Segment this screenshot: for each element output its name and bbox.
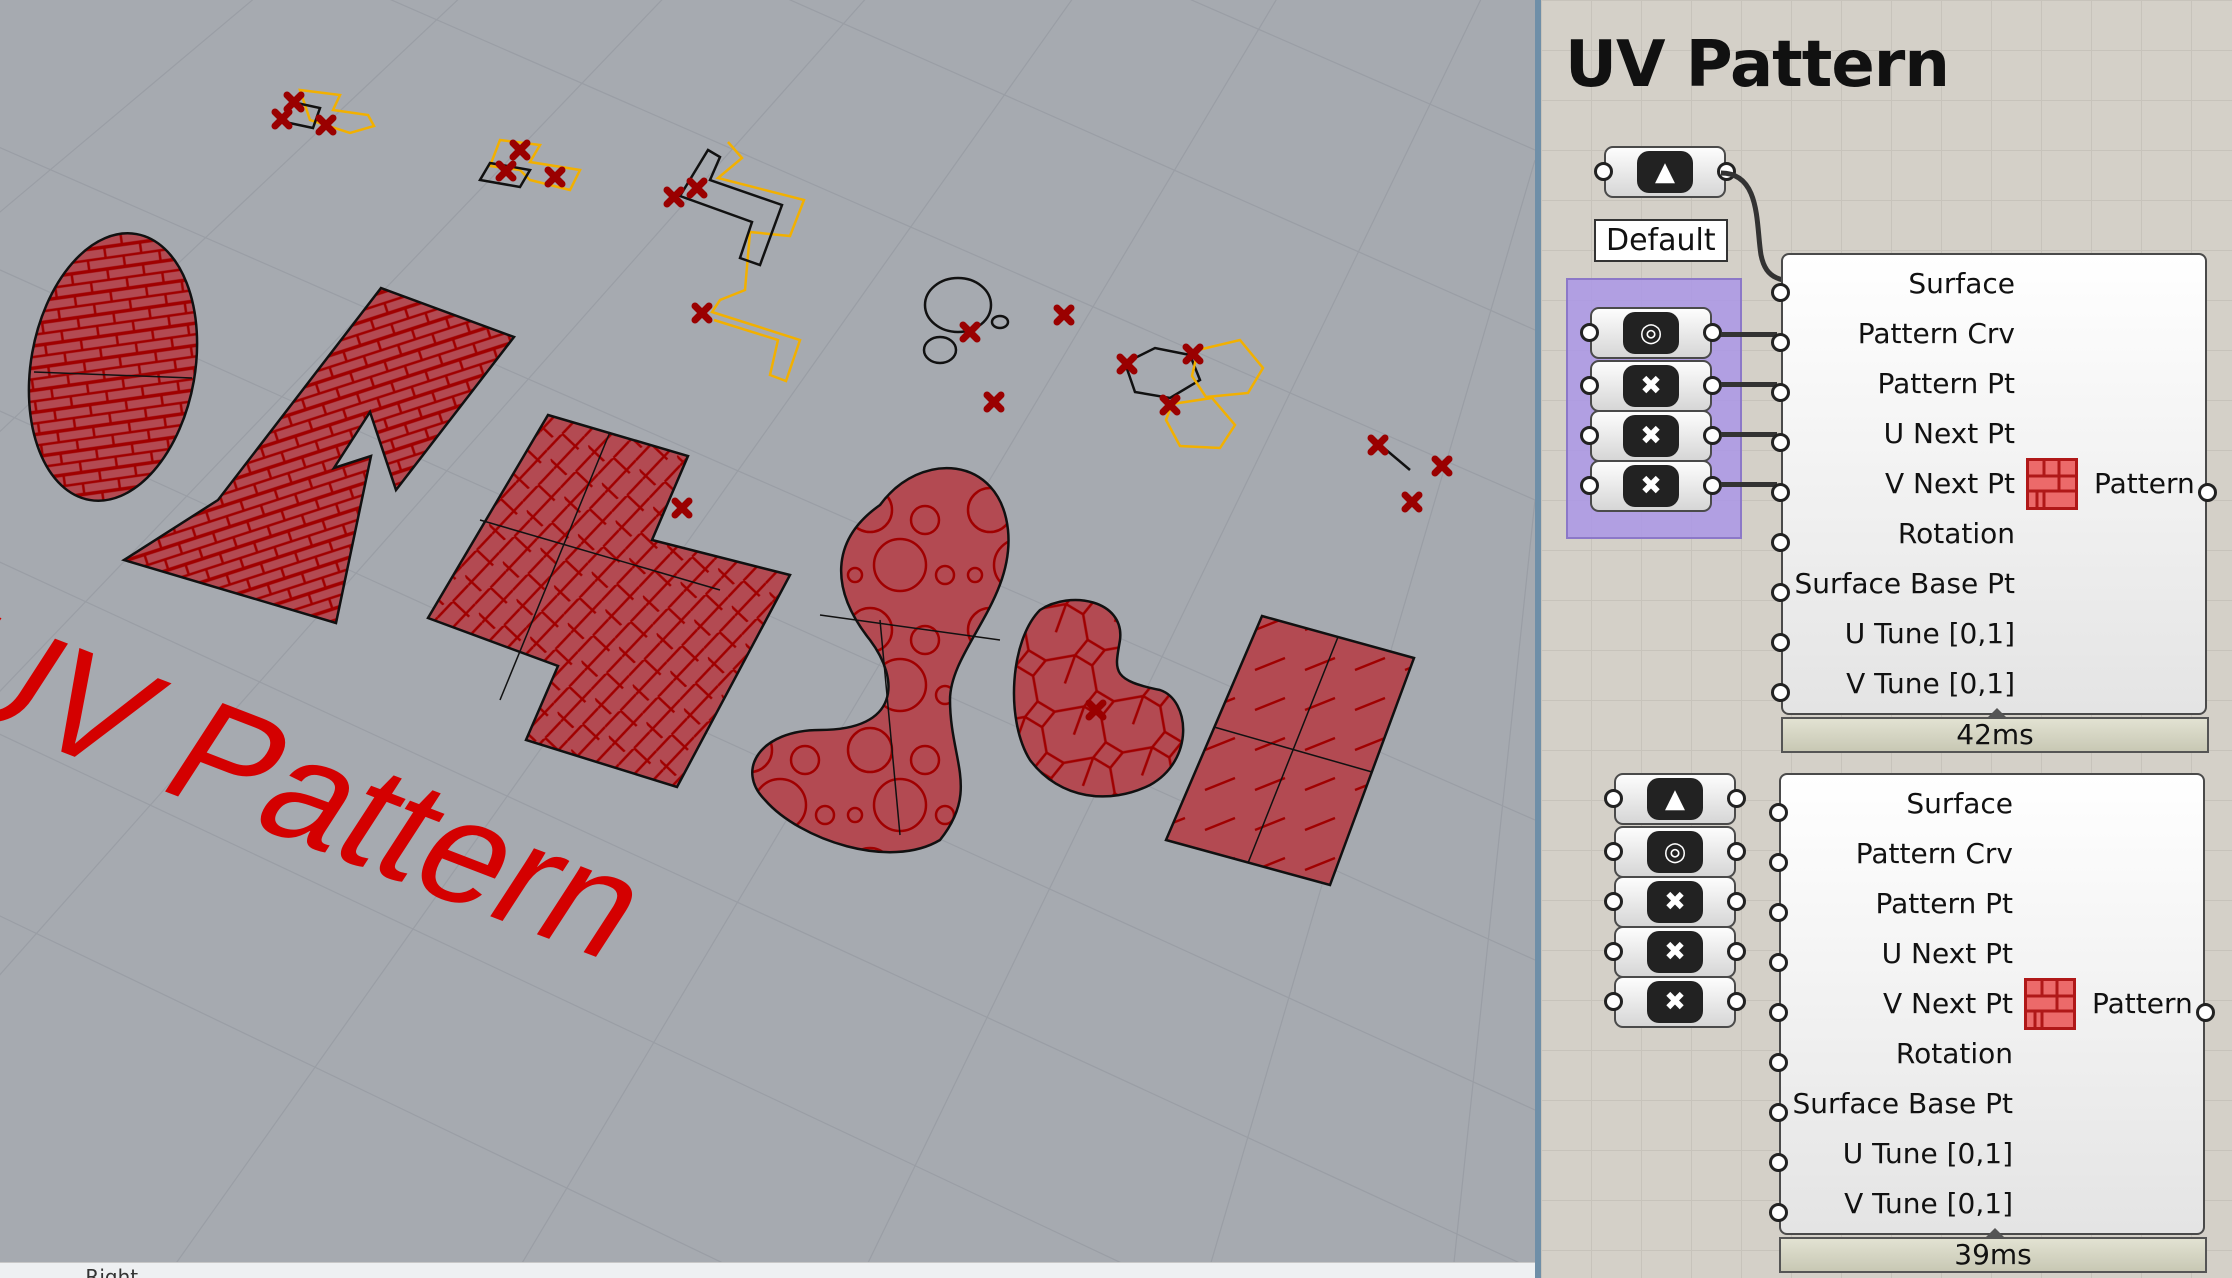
- surface-icon: ▲: [1637, 151, 1693, 193]
- component-timer-2: 39ms: [1779, 1228, 2207, 1273]
- canvas-title: UV Pattern: [1565, 28, 1950, 102]
- pattern-curve-param-2[interactable]: ◎: [1604, 826, 1746, 878]
- input-surface-base-pt[interactable]: Surface Base Pt: [1794, 567, 2015, 600]
- point-x-icon: ✖: [1647, 981, 1703, 1023]
- input-rotation[interactable]: Rotation: [1896, 1037, 2013, 1070]
- input-surface[interactable]: Surface: [1906, 787, 2013, 820]
- pattern-point-param-2[interactable]: ✖: [1604, 876, 1746, 928]
- wire: [1721, 482, 1777, 487]
- input-u-next-pt[interactable]: U Next Pt: [1882, 937, 2013, 970]
- component-timer: 42ms: [1781, 708, 2209, 753]
- pattern-curve-param[interactable]: ◎: [1580, 307, 1722, 359]
- input-u-next-pt[interactable]: U Next Pt: [1884, 417, 2015, 450]
- viewport-scene[interactable]: UV Pattern: [0, 0, 1535, 1262]
- input-pattern-pt[interactable]: Pattern Pt: [1878, 367, 2016, 400]
- input-v-tune[interactable]: V Tune [0,1]: [1844, 1187, 2013, 1220]
- input-pattern-crv[interactable]: Pattern Crv: [1858, 317, 2015, 350]
- input-surface[interactable]: Surface: [1908, 267, 2015, 300]
- uv-pattern-component-2[interactable]: Surface Pattern Crv Pattern Pt U Next Pt…: [1769, 773, 2215, 1235]
- default-tag: Default: [1594, 219, 1728, 262]
- input-v-next-pt[interactable]: V Next Pt: [1883, 987, 2013, 1020]
- wire: [1721, 332, 1777, 337]
- point-x-icon: ✖: [1647, 881, 1703, 923]
- u-next-point-param[interactable]: ✖: [1580, 410, 1722, 462]
- point-x-icon: ✖: [1623, 465, 1679, 507]
- point-x-icon: ✖: [1623, 415, 1679, 457]
- ellipse-brick-surface: [27, 232, 199, 502]
- grasshopper-canvas[interactable]: UV Pattern ▲ Default ◎ ✖ ✖ ✖ Surface Pat…: [1541, 0, 2232, 1278]
- pattern-grid-icon: [2024, 978, 2076, 1030]
- point-x-icon: ✖: [1623, 365, 1679, 407]
- rhino-viewport[interactable]: UV Pattern ... Right: [0, 0, 1535, 1278]
- wire: [1721, 432, 1777, 437]
- surface-icon: ▲: [1647, 778, 1703, 820]
- surface-param-2[interactable]: ▲: [1604, 773, 1746, 825]
- curve-spiral-icon: ◎: [1647, 831, 1703, 873]
- input-rotation[interactable]: Rotation: [1898, 517, 2015, 550]
- pattern-grid-icon: [2026, 458, 2078, 510]
- input-u-tune[interactable]: U Tune [0,1]: [1843, 1137, 2013, 1170]
- u-next-point-param-2[interactable]: ✖: [1604, 926, 1746, 978]
- surface-param[interactable]: ▲: [1594, 146, 1736, 198]
- output-pattern[interactable]: Pattern: [2092, 987, 2193, 1020]
- point-x-icon: ✖: [1647, 931, 1703, 973]
- curve-spiral-icon: ◎: [1623, 312, 1679, 354]
- v-next-point-param-2[interactable]: ✖: [1604, 976, 1746, 1028]
- input-pattern-crv[interactable]: Pattern Crv: [1856, 837, 2013, 870]
- herringbone-surface: [426, 413, 792, 789]
- wire: [1721, 382, 1777, 387]
- input-surface-base-pt[interactable]: Surface Base Pt: [1792, 1087, 2013, 1120]
- viewport-footer: ... Right: [0, 1262, 1535, 1278]
- hex-surface: [1012, 598, 1185, 798]
- input-v-next-pt[interactable]: V Next Pt: [1885, 467, 2015, 500]
- v-next-point-param[interactable]: ✖: [1580, 460, 1722, 512]
- input-v-tune[interactable]: V Tune [0,1]: [1846, 667, 2015, 700]
- bubble-surface: [751, 466, 1010, 854]
- dash-surface: [1164, 614, 1416, 887]
- pattern-point-param[interactable]: ✖: [1580, 360, 1722, 412]
- output-pattern[interactable]: Pattern: [2094, 467, 2195, 500]
- uv-pattern-component[interactable]: Surface Pattern Crv Pattern Pt U Next Pt…: [1771, 253, 2217, 715]
- input-pattern-pt[interactable]: Pattern Pt: [1876, 887, 2014, 920]
- input-u-tune[interactable]: U Tune [0,1]: [1845, 617, 2015, 650]
